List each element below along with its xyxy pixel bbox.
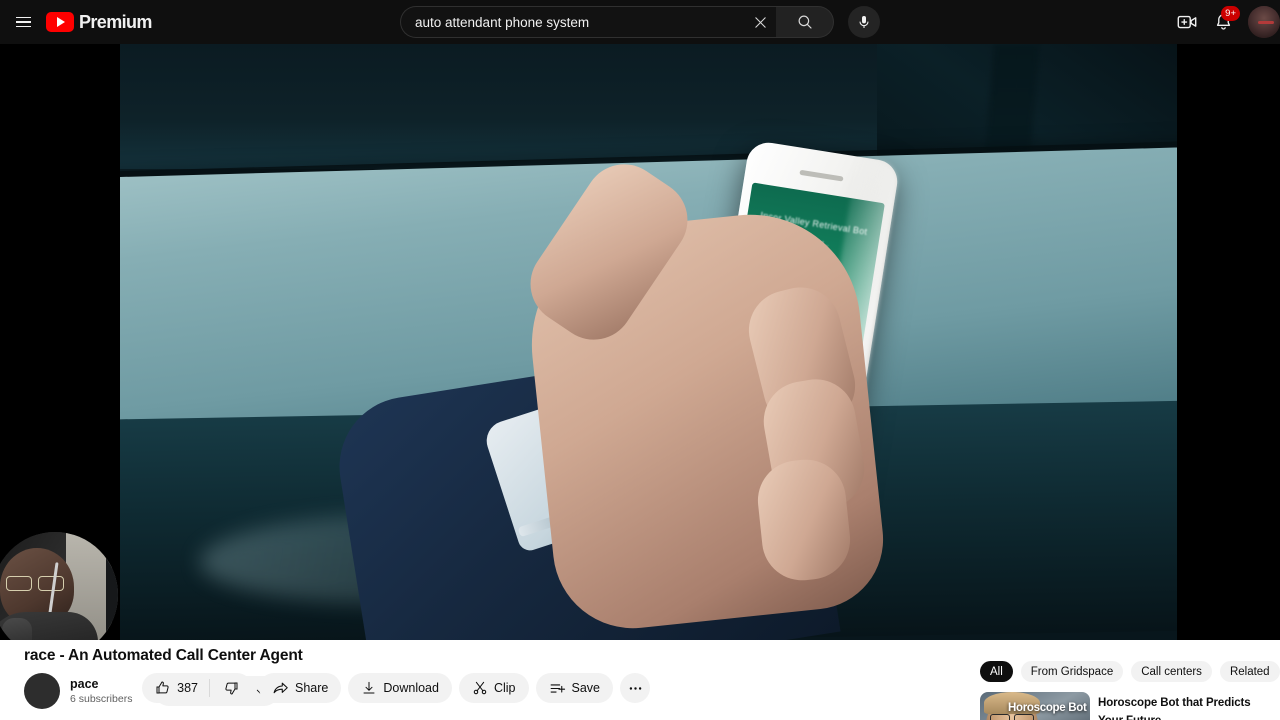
voice-search-button[interactable] <box>848 6 880 38</box>
youtube-play-icon <box>46 12 74 32</box>
webcam-glasses <box>6 576 68 591</box>
more-actions-button[interactable] <box>620 673 650 703</box>
search-form <box>400 6 834 38</box>
list-item[interactable]: Horoscope Bot Horoscope Bot that Predict… <box>980 692 1270 720</box>
chip-all[interactable]: All <box>980 661 1013 682</box>
clear-search-icon[interactable] <box>746 8 774 36</box>
logo-wordmark: Premium <box>79 11 152 32</box>
video-actions: 387 Share Download Clip Save <box>142 673 650 703</box>
webcam-overlay <box>0 532 118 640</box>
search-icon <box>798 15 812 29</box>
recommendation-meta: Horoscope Bot that Predicts Your Future <box>1098 692 1270 720</box>
ellipsis-icon <box>629 686 641 690</box>
create-video-button[interactable] <box>1170 5 1204 39</box>
dislike-button[interactable] <box>210 673 252 703</box>
share-button[interactable]: Share <box>259 673 342 703</box>
masthead: Premium auto attendant phone system 9+ <box>0 0 1280 44</box>
youtube-premium-logo[interactable]: Premium <box>46 12 152 33</box>
save-label: Save <box>571 681 601 695</box>
save-button[interactable]: Save <box>535 673 613 703</box>
video-player[interactable]: Incor Valley Retrieval Bot calling rest.… <box>0 44 1280 640</box>
masthead-start: Premium <box>0 5 300 39</box>
share-label: Share <box>295 681 329 695</box>
clip-button[interactable]: Clip <box>458 673 529 703</box>
channel-meta: pace 6 subscribers <box>70 676 132 706</box>
create-camera-icon <box>1177 15 1197 29</box>
video-scene: Incor Valley Retrieval Bot calling rest.… <box>120 44 1177 640</box>
chip-from-gridspace[interactable]: From Gridspace <box>1020 661 1124 682</box>
youtube-watch-page: Premium auto attendant phone system 9+ I… <box>0 0 1280 720</box>
page-title: race - An Automated Call Center Agent <box>24 647 303 664</box>
chip-call-centers[interactable]: Call centers <box>1131 661 1212 682</box>
masthead-end: 9+ <box>980 5 1280 39</box>
download-label: Download <box>383 681 439 695</box>
like-dislike-group: 387 <box>142 673 252 703</box>
webcam-wall-edge <box>106 532 118 640</box>
share-icon <box>273 682 288 693</box>
notifications-button[interactable]: 9+ <box>1206 5 1240 39</box>
notifications-badge: 9+ <box>1221 6 1240 21</box>
search-submit-button[interactable] <box>776 6 834 38</box>
channel-name[interactable]: pace <box>70 676 132 692</box>
search-box[interactable] <box>400 6 776 38</box>
scissors-icon <box>473 681 487 695</box>
search-input[interactable] <box>415 14 746 30</box>
channel-avatar[interactable] <box>24 673 60 709</box>
avatar-detail <box>1257 20 1275 24</box>
microphone-icon <box>859 16 869 28</box>
download-button[interactable]: Download <box>348 673 452 703</box>
subscriber-count: 6 subscribers <box>70 693 133 705</box>
webcam-microphone <box>2 618 32 640</box>
save-playlist-icon <box>550 683 565 693</box>
thumbs-up-icon <box>156 681 169 694</box>
like-button[interactable]: 387 <box>142 673 209 703</box>
chip-related[interactable]: Related <box>1219 661 1280 682</box>
recommendation-thumbnail[interactable]: Horoscope Bot <box>980 692 1090 720</box>
video-frame[interactable]: Incor Valley Retrieval Bot calling rest.… <box>120 44 1177 640</box>
masthead-search-area <box>300 6 980 38</box>
like-count: 387 <box>177 681 198 695</box>
thumbs-down-icon <box>225 682 238 695</box>
related-filter-chips: All From Gridspace Call centers Related <box>980 661 1280 682</box>
guide-menu-button[interactable] <box>6 5 40 39</box>
clip-label: Clip <box>493 681 516 695</box>
account-avatar[interactable] <box>1248 6 1280 38</box>
below-player: race - An Automated Call Center Agent pa… <box>0 640 1280 720</box>
download-icon <box>363 681 375 694</box>
hamburger-icon <box>15 16 31 28</box>
thumbnail-overlay-text: Horoscope Bot <box>1008 702 1087 714</box>
recommendation-title: Horoscope Bot that Predicts Your Future <box>1098 697 1251 720</box>
phone-speaker <box>799 169 844 182</box>
